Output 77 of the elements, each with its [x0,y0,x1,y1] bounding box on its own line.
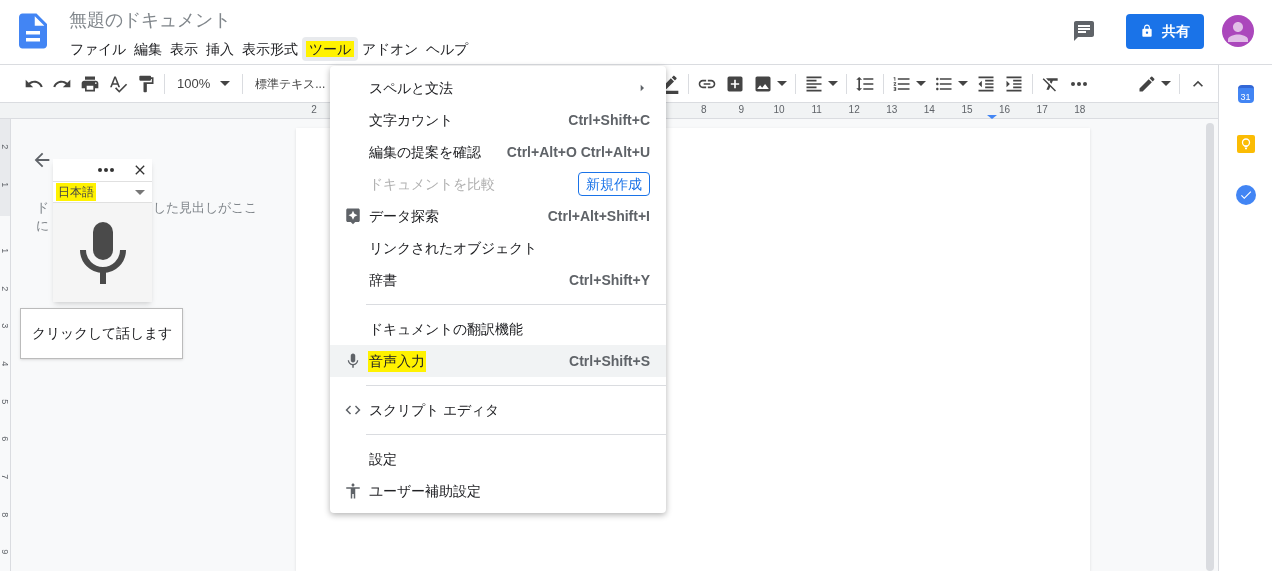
menu-item-label: スクリプト エディタ [369,400,499,420]
ruler-number: 9 [0,549,12,555]
editing-mode-icon [1137,73,1157,94]
menu-item-label: 編集の提案を確認 [369,142,481,162]
ruler-number: 2 [310,105,318,115]
shortcut-text: Ctrl+Shift+Y [569,270,650,290]
person-icon [343,482,362,500]
language-dropdown[interactable]: 日本語 [53,181,152,203]
document-title[interactable]: 無題のドキュメント [66,8,472,32]
ruler-number: 10 [772,105,786,115]
outline-hint: ド [36,199,50,217]
menu-item[interactable]: スクリプト エディタ [330,394,666,426]
menu-item[interactable]: 辞書 Ctrl+Shift+Y [330,264,666,296]
ruler-number: 4 [0,361,12,367]
sparkle-box-icon [343,207,362,225]
shortcut-text: Ctrl+Shift+S [569,351,650,371]
menu-item[interactable]: 音声入力 Ctrl+Shift+S [330,345,666,377]
more-icon[interactable] [98,168,114,172]
ruler-number: 17 [1035,105,1049,115]
menu-item[interactable]: リンクされたオブジェクト [330,232,666,264]
menu-item-label: 文字カウント [369,110,453,130]
tooltip: クリックして話します [20,308,183,359]
shortcut-text: Ctrl+Shift+C [568,110,650,130]
menu-item[interactable]: 文字カウント Ctrl+Shift+C [330,104,666,136]
caret-icon [916,81,926,86]
calendar-icon[interactable]: 31 [1237,85,1254,103]
ruler-number: 18 [1073,105,1087,115]
menu-item[interactable]: ドキュメントの翻訳機能 [330,313,666,345]
menu-item-label: データ探索 [369,206,439,226]
ruler-number: 2 [0,285,12,291]
caret-icon [777,81,787,86]
menu-item[interactable]: 編集の提案を確認 Ctrl+Alt+O Ctrl+Alt+U [330,136,666,168]
menu-item-label: 辞書 [369,270,397,290]
caret-icon [1161,81,1171,86]
zoom-dropdown[interactable]: 100% [169,73,239,94]
ruler-number: 1 [0,248,12,254]
outline-hint: した見出しがここ [153,199,257,217]
shortcut-text: Ctrl+Alt+O Ctrl+Alt+U [506,142,650,162]
more-icon[interactable] [1071,81,1087,86]
menu-item[interactable]: 設定 [330,443,666,475]
avatar-icon[interactable] [1222,15,1254,47]
paint-format-icon [136,73,156,94]
lock-icon [1140,24,1154,38]
menu-item-label: ユーザー補助設定 [369,481,481,501]
ruler-number: 3 [0,323,12,329]
ruler-number: 7 [0,474,12,480]
ruler-number: 8 [700,105,708,115]
caret-icon [958,81,968,86]
ruler-number: 13 [885,105,899,115]
menu-item[interactable]: データ探索 Ctrl+Alt+Shift+I [330,200,666,232]
ruler-number: 14 [922,105,936,115]
share-button[interactable]: 共有 [1126,13,1204,49]
ruler-number: 6 [0,436,12,442]
ruler-number: 5 [0,398,12,404]
menu-item-label: 設定 [369,449,397,469]
ruler-number: 11 [810,105,823,115]
caret-icon [220,81,231,86]
caret-icon [135,189,145,195]
comment-icon[interactable] [1072,19,1096,43]
menu-item-label: リンクされたオブジェクト [369,238,537,258]
menu-item-label: 音声入力 [368,350,426,372]
menu-item-label: ドキュメントを比較 [369,174,495,194]
microphone-icon[interactable] [79,221,126,284]
menu-item[interactable]: ユーザー補助設定 [330,475,666,507]
shortcut-text: Ctrl+Alt+Shift+I [547,206,650,226]
menu-item-label: ドキュメントの翻訳機能 [369,319,523,339]
outline-hint: に [36,218,49,233]
language-label: 日本語 [56,183,96,201]
caret-icon [828,81,838,86]
menu-item-label: スペルと文法 [369,78,453,98]
ruler-number: 9 [737,105,746,115]
ruler-number: 2 [0,144,12,150]
ruler-number: 15 [960,105,974,115]
ruler-number: 1 [0,182,12,188]
ruler-number: 16 [998,105,1012,115]
ruler-number: 8 [0,511,12,517]
ruler-number: 12 [847,105,861,115]
